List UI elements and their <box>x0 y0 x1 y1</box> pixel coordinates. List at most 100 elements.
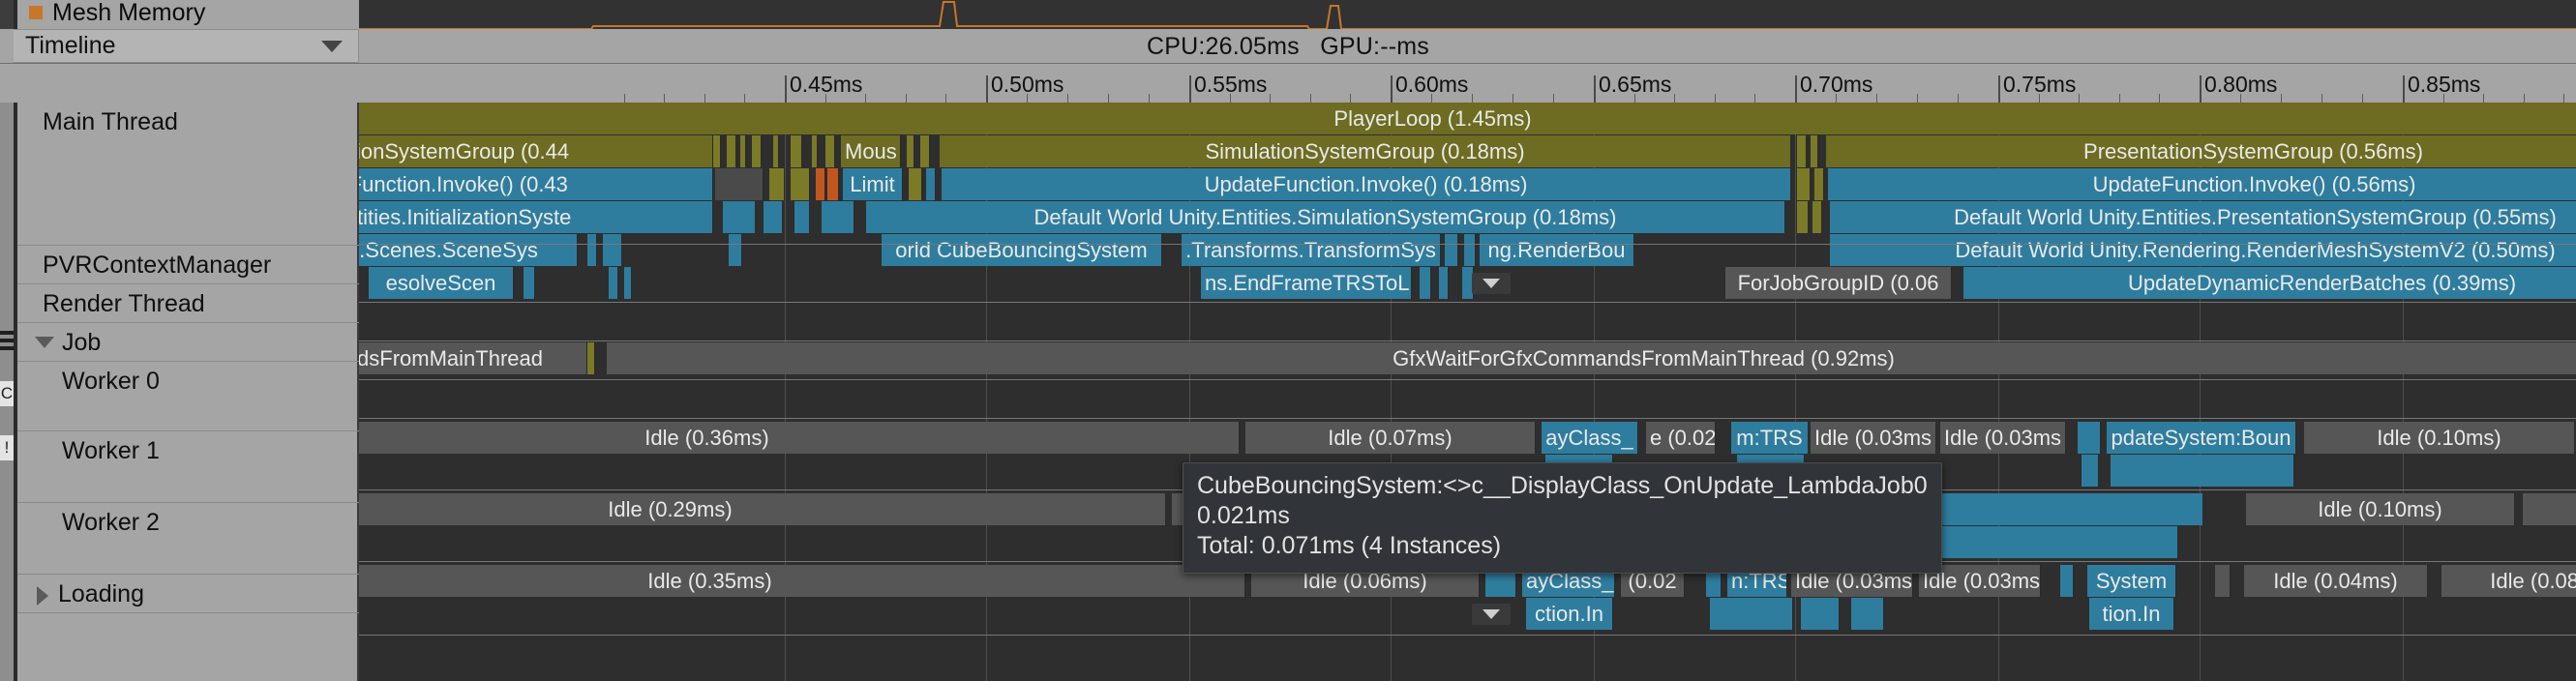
timeline-sample-bar[interactable]: lizationSystemGroup (0.44 <box>359 135 713 167</box>
timeline-sample-bar[interactable] <box>752 135 762 167</box>
timeline-sample-bar[interactable]: e (0.02r <box>1646 422 1716 454</box>
timeline-sample-bar[interactable] <box>1464 234 1476 266</box>
timeline-sample-bar[interactable] <box>1801 598 1840 630</box>
timeline-sample-bar[interactable] <box>791 168 810 200</box>
timeline-sample-bar[interactable] <box>729 234 742 266</box>
timeline-sample-bar[interactable] <box>1797 135 1807 167</box>
timeline-sample-bar[interactable] <box>822 201 854 233</box>
timeline-sample-bar[interactable] <box>723 201 756 233</box>
sidebar-item-worker-0[interactable]: Worker 0 <box>17 362 359 431</box>
view-mode-dropdown[interactable]: Timeline <box>14 29 359 63</box>
timeline-sample-bar[interactable]: orld CubeBouncingSystem <box>882 234 1162 266</box>
timeline-sample-bar[interactable] <box>2060 565 2074 597</box>
timeline-canvas[interactable]: PlayerLoop (1.45ms) lizationSystemGroup (… <box>359 103 2576 681</box>
sidebar-item-worker-2[interactable]: Worker 2 <box>17 503 359 575</box>
gutter-warning-badge[interactable]: ! <box>0 435 14 460</box>
timeline-sample-bar[interactable]: PresentationSystemGroup (0.56ms) <box>1826 135 2576 167</box>
timeline-sample-bar[interactable]: Idle (0.10ms) <box>2304 422 2575 454</box>
timeline-sample-bar[interactable]: Idle (0.08ms) <box>2441 565 2576 597</box>
timeline-sample-bar[interactable]: pdateSystem:Boun <box>2107 422 2296 454</box>
timeline-sample-bar[interactable] <box>1445 234 1458 266</box>
timeline-sample-bar[interactable]: Mous <box>841 135 901 167</box>
timeline-sample-bar[interactable]: ction.In <box>1526 598 1613 630</box>
triangle-down-icon[interactable] <box>35 337 54 348</box>
timeline-sample-bar[interactable] <box>1710 598 1793 630</box>
sidebar-item-worker-1[interactable]: Worker 1 <box>17 431 359 503</box>
chart-legend[interactable]: Mesh Memory <box>29 0 205 24</box>
sidebar-item-job[interactable]: Job <box>17 323 359 362</box>
timeline-sample-bar[interactable]: orGfxCommandsFromMainThread <box>359 342 587 374</box>
timeline-sample-bar[interactable]: ForJobGroupID (0.06 <box>1725 267 1952 299</box>
timeline-sample-bar[interactable] <box>2215 565 2231 597</box>
expand-collapse-button[interactable] <box>1472 273 1511 294</box>
timeline-sample-bar[interactable]: Idle (0.03ms <box>1940 422 2066 454</box>
timeline-sample-bar[interactable] <box>587 234 597 266</box>
timeline-sample-bar[interactable] <box>609 267 618 299</box>
timeline-sample-bar[interactable]: UpdateDynamicRenderBatches (0.39ms) <box>1963 267 2576 299</box>
sidebar-item-render-thread[interactable]: Render Thread <box>17 284 359 323</box>
timeline-sample-bar[interactable] <box>773 135 779 167</box>
timeline-sample-bar[interactable] <box>794 201 810 233</box>
timeline-sample-bar[interactable]: ns.EndFrameTRSToL <box>1201 267 1412 299</box>
sidebar-item-loading[interactable]: Loading <box>17 575 359 613</box>
timeline-sample-bar[interactable]: Idle (0.03ms <box>1811 422 1936 454</box>
timeline-sample-bar[interactable] <box>1851 598 1884 630</box>
timeline-sample-bar[interactable] <box>909 168 922 200</box>
timeline-sample-bar[interactable]: GfxWaitForGfxCommandsFromMainThread (0.9… <box>607 342 2576 374</box>
timeline-sample-bar[interactable]: Idle (0.08ms) <box>2523 493 2576 525</box>
timeline-sample-bar[interactable]: Idle (0.35ms) <box>359 565 1245 597</box>
timeline-sample-bar[interactable] <box>812 135 818 167</box>
timeline-sample-bar[interactable] <box>524 267 535 299</box>
timeline-sample-bar[interactable]: tion.In <box>2089 598 2174 630</box>
triangle-right-icon[interactable] <box>37 586 48 606</box>
timeline-sample-bar[interactable]: Default World Unity.Rendering.RenderMesh… <box>1830 234 2576 266</box>
timeline-sample-bar[interactable] <box>791 135 802 167</box>
timeline-sample-bar[interactable]: Idle (0.04ms) <box>2244 565 2428 597</box>
timeline-sample-bar[interactable]: ng.RenderBou <box>1480 234 1634 266</box>
timeline-sample-bar[interactable] <box>769 168 785 200</box>
memory-chart-strip[interactable]: Mesh Memory <box>0 0 2576 29</box>
timeline-sample-bar[interactable] <box>907 135 914 167</box>
timeline-sample-bar[interactable]: ateFunction.Invoke() (0.43 <box>359 168 713 200</box>
timeline-sample-bar[interactable] <box>1797 201 1809 233</box>
timeline-sample-bar[interactable]: Default World Unity.Entities.SimulationS… <box>866 201 1785 233</box>
timeline-sample-bar[interactable] <box>1812 201 1822 233</box>
timeline-sample-bar[interactable] <box>2078 422 2101 454</box>
timeline-sample-bar[interactable] <box>1797 168 1811 200</box>
timeline-sample-bar[interactable]: SimulationSystemGroup (0.18ms) <box>940 135 1791 167</box>
timeline-sample-bar[interactable]: System <box>2087 565 2176 597</box>
timeline-sample-bar[interactable] <box>764 201 783 233</box>
timeline-sample-bar[interactable] <box>1814 168 1824 200</box>
thread-list-sidebar[interactable]: Main Thread PVRContextManager Render Threa… <box>0 103 359 681</box>
timeline-sample-bar[interactable]: ayClass_ <box>1542 422 1638 454</box>
timeline-sample-bar[interactable] <box>713 135 721 167</box>
gutter-cpu-badge[interactable]: C <box>0 381 14 406</box>
timeline-sample-bar[interactable]: Idle (0.10ms) <box>2246 493 2515 525</box>
timeline-sample-bar[interactable]: .Scenes.SceneSys <box>359 234 578 266</box>
timeline-sample-bar[interactable] <box>816 168 825 200</box>
timeline-sample-bar[interactable]: Idle (0.36ms) <box>359 422 1240 454</box>
timeline-sample-bar[interactable] <box>827 168 839 200</box>
timeline-sample-bar[interactable] <box>587 342 595 374</box>
timeline-sample-bar[interactable]: m:TRS <box>1731 422 1809 454</box>
sidebar-item-pvrcontextmanager[interactable]: PVRContextManager <box>17 246 359 284</box>
timeline-sample-bar[interactable] <box>624 267 632 299</box>
timeline-sample-bar[interactable]: UpdateFunction.Invoke() (0.56ms) <box>1828 168 2576 200</box>
timeline-sample-bar[interactable]: Idle (0.29ms) <box>359 493 1166 525</box>
timeline-sample-bar[interactable] <box>603 234 622 266</box>
timeline-sample-bar[interactable]: PlayerLoop (1.45ms) <box>359 103 2576 134</box>
timeline-sample-bar[interactable]: y.Entities.InitializationSyste <box>359 201 713 233</box>
timeline-sample-bar[interactable]: Idle (0.07ms) <box>1245 422 1536 454</box>
timeline-sample-bar[interactable] <box>1811 135 1818 167</box>
time-ruler[interactable]: 0.45ms 0.50ms 0.55ms 0.60ms 0.65ms 0.70ms 0.75… <box>359 64 2576 103</box>
timeline-sample-bar[interactable] <box>1439 267 1449 299</box>
timeline-sample-bar[interactable]: Limit <box>843 168 903 200</box>
timeline-sample-bar[interactable]: esolveScen <box>369 267 514 299</box>
timeline-sample-bar[interactable] <box>1420 267 1431 299</box>
expand-collapse-button[interactable] <box>1472 604 1511 625</box>
timeline-sample-bar[interactable] <box>740 135 746 167</box>
sidebar-item-main-thread[interactable]: Main Thread <box>17 103 359 246</box>
timeline-sample-bar[interactable] <box>727 135 736 167</box>
timeline-sample-bar[interactable] <box>715 168 764 200</box>
timeline-sample-bar[interactable] <box>2111 455 2294 487</box>
